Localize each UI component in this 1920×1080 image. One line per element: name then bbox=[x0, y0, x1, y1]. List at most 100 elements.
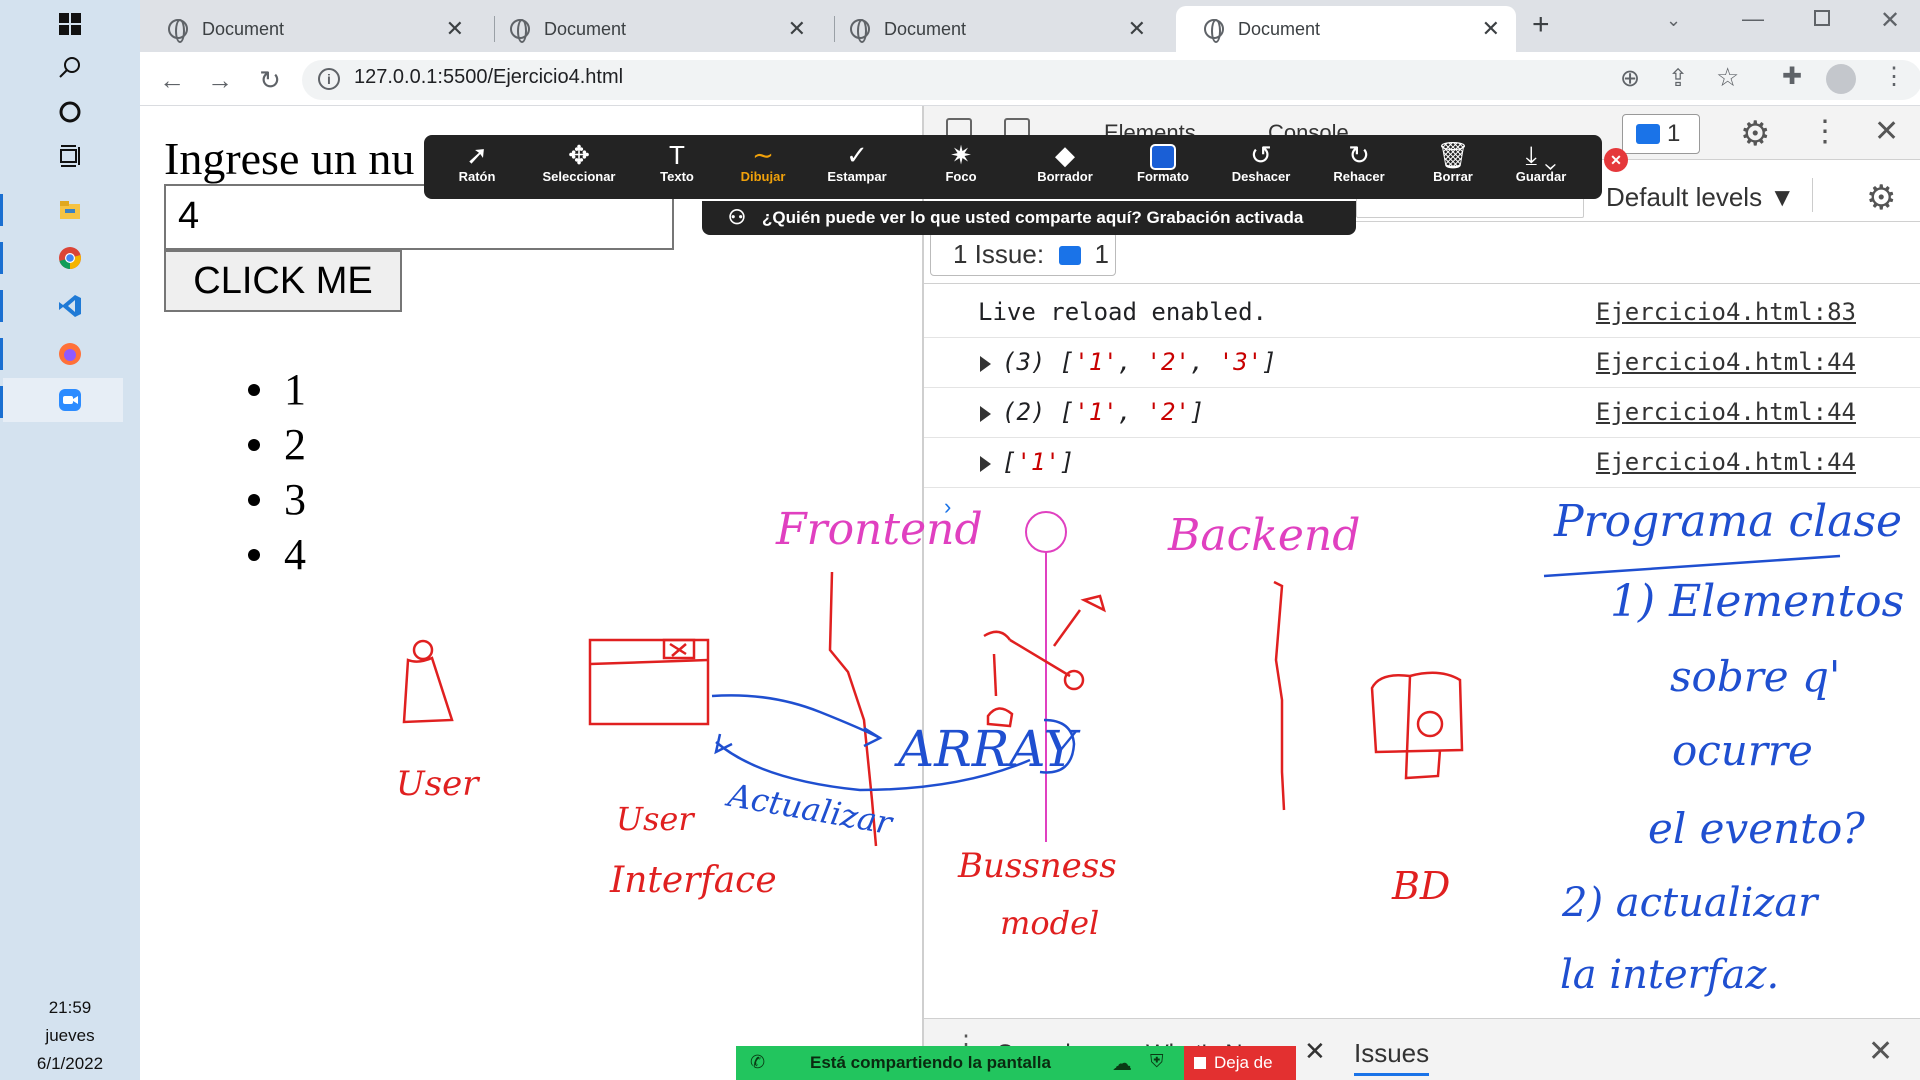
tool-undo[interactable]: ↺ Deshacer bbox=[1216, 135, 1306, 199]
tab-label: Document bbox=[884, 18, 967, 39]
chrome-icon[interactable] bbox=[50, 238, 90, 278]
window-close-icon[interactable]: ✕ bbox=[1880, 6, 1900, 35]
eraser-icon: ◆ bbox=[1055, 140, 1075, 170]
vscode-icon[interactable] bbox=[50, 286, 90, 326]
close-icon[interactable]: ✕ bbox=[446, 16, 464, 42]
browser-menu-icon[interactable]: ⋮ bbox=[1882, 62, 1906, 91]
issues-counter-button[interactable]: 1 bbox=[1622, 114, 1700, 154]
console-source-link[interactable]: Ejercicio4.html:44 bbox=[1596, 448, 1856, 476]
back-icon[interactable]: ← bbox=[154, 62, 190, 98]
tab-search-icon[interactable]: ⌄ bbox=[1666, 10, 1681, 31]
close-icon[interactable]: ✕ bbox=[788, 16, 806, 42]
console-settings-gear-icon[interactable]: ⚙ bbox=[1866, 178, 1896, 218]
share-handle-icon[interactable]: ✆ bbox=[750, 1052, 765, 1073]
recording-notice[interactable]: ⚇ ¿Quién puede ver lo que usted comparte… bbox=[702, 201, 1356, 235]
zoom-annotation-toolbar: ➚ Ratón ✥ Seleccionar T Texto ∼ Dibujar ✓ Est… bbox=[424, 135, 1602, 199]
cloud-icon: ☁ bbox=[1112, 1053, 1132, 1075]
annotation-business-2: model bbox=[1000, 904, 1100, 942]
globe-icon bbox=[850, 19, 870, 43]
reload-icon[interactable]: ↻ bbox=[252, 62, 288, 98]
console-row: Live reload enabled. Ejercicio4.html:83 bbox=[924, 288, 1920, 338]
trash-icon: 🗑 bbox=[1436, 140, 1470, 170]
tool-draw[interactable]: ∼ Dibujar bbox=[718, 135, 808, 199]
drawer-tab-issues[interactable]: Issues bbox=[1354, 1038, 1430, 1076]
restore-icon[interactable] bbox=[1814, 10, 1830, 26]
site-info-icon[interactable]: i bbox=[318, 68, 340, 90]
annotation-bd: BD bbox=[1392, 864, 1451, 908]
text-icon: T bbox=[669, 140, 685, 170]
tab-strip: Document ✕ Document ✕ Document ✕ Documen… bbox=[140, 0, 1920, 52]
minimize-icon[interactable]: — bbox=[1742, 6, 1764, 32]
tool-clear[interactable]: 🗑 Borrar bbox=[1408, 135, 1498, 199]
tab-document-4-active[interactable]: Document ✕ bbox=[1176, 6, 1516, 52]
drawer-close-icon[interactable]: ✕ bbox=[1868, 1034, 1893, 1069]
tab-document-1[interactable]: Document ✕ bbox=[140, 6, 480, 52]
console-source-link[interactable]: Ejercicio4.html:44 bbox=[1596, 398, 1856, 426]
redo-icon: ↻ bbox=[1348, 140, 1370, 170]
file-explorer-icon[interactable] bbox=[50, 190, 90, 230]
stop-share-button[interactable]: Deja de bbox=[1184, 1046, 1296, 1080]
tool-label: Formato bbox=[1137, 169, 1189, 184]
tool-mouse[interactable]: ➚ Ratón bbox=[432, 135, 522, 199]
issues-bar-button[interactable]: 1 Issue: 1 bbox=[930, 232, 1116, 276]
note-line-6: 2) actualizar bbox=[1562, 880, 1818, 926]
new-tab-button[interactable]: + bbox=[1532, 8, 1550, 42]
tool-text[interactable]: T Texto bbox=[632, 135, 722, 199]
bookmark-star-icon[interactable]: ☆ bbox=[1716, 62, 1739, 93]
expand-triangle-icon[interactable] bbox=[980, 356, 991, 372]
tool-format[interactable]: Formato bbox=[1118, 135, 1208, 199]
task-view-icon[interactable] bbox=[50, 136, 90, 176]
close-icon[interactable]: ✕ bbox=[1482, 16, 1500, 42]
console-row[interactable]: (3) ['1', '2', '3'] Ejercicio4.html:44 bbox=[924, 338, 1920, 388]
expand-triangle-icon[interactable] bbox=[980, 406, 991, 422]
tab-document-3[interactable]: Document ✕ bbox=[822, 6, 1162, 52]
drawer-tab-close-icon[interactable]: ✕ bbox=[1304, 1036, 1326, 1067]
url-text[interactable]: 127.0.0.1:5500/Ejercicio4.html bbox=[354, 66, 623, 89]
profile-avatar[interactable] bbox=[1826, 64, 1856, 94]
console-source-link[interactable]: Ejercicio4.html:83 bbox=[1596, 298, 1856, 326]
tool-spotlight[interactable]: ✷ Foco bbox=[916, 135, 1006, 199]
extensions-icon[interactable]: ✚ bbox=[1782, 62, 1802, 91]
share-status-text: Está compartiendo la pantalla bbox=[810, 1053, 1051, 1072]
message-icon bbox=[1059, 246, 1082, 265]
note-line-4: ocurre bbox=[1672, 726, 1813, 775]
console-array: ['1'] bbox=[1002, 448, 1074, 476]
array-suffix: ] bbox=[1059, 448, 1075, 476]
note-line-1: Programa clase bbox=[1554, 496, 1903, 547]
devtools-close-icon[interactable]: ✕ bbox=[1874, 114, 1899, 149]
move-icon: ✥ bbox=[568, 140, 590, 170]
log-levels-dropdown[interactable]: Default levels ▼ bbox=[1606, 182, 1795, 213]
tool-label: Foco bbox=[945, 169, 977, 184]
close-icon[interactable]: ✕ bbox=[1128, 16, 1146, 42]
tool-select[interactable]: ✥ Seleccionar bbox=[534, 135, 624, 199]
close-annotation-icon[interactable]: ✕ bbox=[1604, 148, 1628, 172]
zoom-magnifier-icon[interactable]: ⊕ bbox=[1620, 64, 1640, 93]
cortana-icon[interactable] bbox=[50, 92, 90, 132]
share-icon[interactable]: ⇪ bbox=[1668, 64, 1688, 93]
tool-label: Seleccionar bbox=[542, 169, 616, 184]
annotation-user-interface-1: User bbox=[616, 800, 694, 838]
search-icon[interactable] bbox=[50, 48, 90, 88]
tool-redo[interactable]: ↻ Rehacer bbox=[1314, 135, 1404, 199]
tool-save[interactable]: ⤓ ⌄ Guardar bbox=[1496, 135, 1586, 199]
tab-document-2[interactable]: Document ✕ bbox=[482, 6, 822, 52]
tool-eraser[interactable]: ◆ Borrador bbox=[1020, 135, 1110, 199]
click-me-button[interactable]: CLICK ME bbox=[164, 250, 402, 312]
forward-icon[interactable]: → bbox=[202, 62, 238, 98]
expand-triangle-icon[interactable] bbox=[980, 456, 991, 472]
tab-label: Document bbox=[202, 18, 285, 39]
zoom-icon[interactable] bbox=[50, 380, 90, 420]
console-source-link[interactable]: Ejercicio4.html:44 bbox=[1596, 348, 1856, 376]
console-row[interactable]: ['1'] Ejercicio4.html:44 bbox=[924, 438, 1920, 488]
console-row[interactable]: (2) ['1', '2'] Ejercicio4.html:44 bbox=[924, 388, 1920, 438]
annotation-frontend: Frontend bbox=[776, 504, 983, 555]
devtools-menu-icon[interactable]: ⋮ bbox=[1810, 114, 1840, 149]
note-line-2: 1) Elementos bbox=[1610, 576, 1905, 627]
firefox-icon[interactable] bbox=[50, 334, 90, 374]
tool-stamp[interactable]: ✓ Estampar bbox=[812, 135, 902, 199]
mouse-pointer-icon: ➚ bbox=[466, 140, 488, 170]
windows-start-icon[interactable] bbox=[50, 4, 90, 44]
globe-icon bbox=[510, 19, 530, 43]
clock-time[interactable]: 21:59 bbox=[0, 998, 140, 1018]
settings-gear-icon[interactable]: ⚙ bbox=[1740, 114, 1770, 154]
